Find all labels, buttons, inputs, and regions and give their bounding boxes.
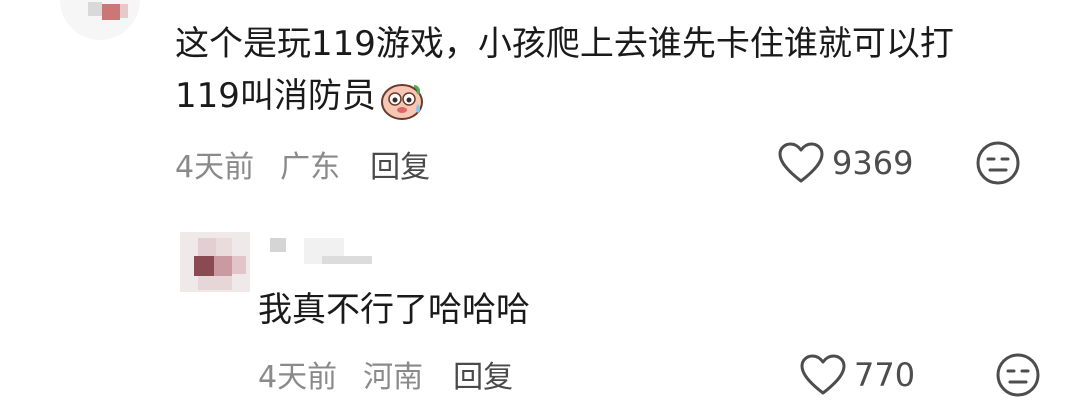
comment-time: 4天前 bbox=[175, 150, 255, 185]
reply-button[interactable]: 回复 bbox=[370, 142, 430, 186]
reply-actions: 770 bbox=[800, 352, 1041, 398]
like-count: 9369 bbox=[832, 144, 914, 182]
reply-username[interactable] bbox=[270, 238, 380, 268]
reply-like-count: 770 bbox=[854, 356, 916, 394]
reply-meta: 4天前 河南 回复 bbox=[258, 352, 513, 396]
reply-location: 河南 bbox=[363, 360, 424, 395]
comment-location: 广东 bbox=[280, 150, 341, 185]
unamused-face-icon[interactable] bbox=[975, 140, 1021, 186]
reply-body: 我真不行了哈哈哈 bbox=[258, 290, 530, 330]
comment-body: 这个是玩119游戏，小孩爬上去谁先卡住谁就可以打 119叫消防员 bbox=[175, 18, 954, 122]
heart-outline-icon[interactable] bbox=[800, 354, 846, 396]
reply-time: 4天前 bbox=[258, 360, 338, 395]
reply-avatar[interactable] bbox=[180, 232, 250, 292]
unamused-face-icon[interactable] bbox=[995, 352, 1041, 398]
comment-meta: 4天前 广东 回复 bbox=[175, 142, 430, 186]
avatar-top-comment[interactable] bbox=[60, 0, 140, 40]
comment-line-2-text: 119叫消防员 bbox=[175, 76, 376, 116]
sweating-face-sticker-icon bbox=[378, 74, 426, 122]
comment-actions: 9369 bbox=[778, 140, 1021, 186]
reply-reply-button[interactable]: 回复 bbox=[453, 352, 513, 396]
comment-line-1: 这个是玩119游戏，小孩爬上去谁先卡住谁就可以打 bbox=[175, 24, 954, 64]
comment-line-2: 119叫消防员 bbox=[175, 70, 954, 122]
heart-outline-icon[interactable] bbox=[778, 142, 824, 184]
